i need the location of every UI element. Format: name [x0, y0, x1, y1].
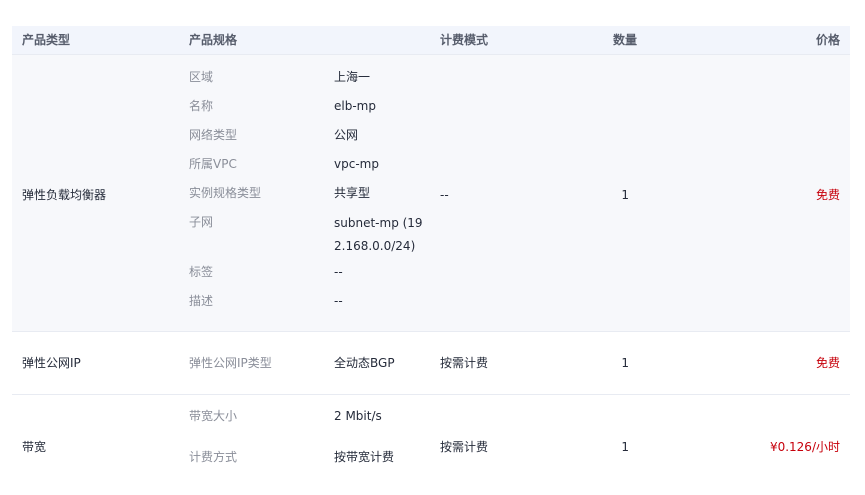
row-billing-mode: 按需计费 — [440, 356, 489, 370]
row-quantity: 1 — [621, 188, 629, 202]
row-quantity: 1 — [621, 440, 629, 454]
table-header: 产品类型 产品规格 计费模式 数量 价格 — [12, 26, 850, 55]
spec-label: 所属VPC — [189, 157, 237, 171]
header-quantity: 数量 — [612, 33, 637, 47]
header-price: 价格 — [815, 33, 840, 47]
row-price: ¥0.126/小时 — [769, 440, 840, 454]
row-price: 免费 — [815, 356, 840, 370]
row-billing-mode: -- — [440, 188, 449, 202]
spec-value: 按带宽计费 — [334, 450, 395, 464]
spec-value: 全动态BGP — [334, 356, 395, 370]
spec-value: subnet-mp (192.168.0.0/24) — [334, 216, 423, 253]
spec-value: 共享型 — [334, 186, 371, 200]
header-product-type: 产品类型 — [22, 33, 71, 47]
spec-value: 上海一 — [334, 70, 371, 84]
table-row-elb: 弹性负载均衡器 区域 上海一 名称 elb-mp 网络类型 公网 所属VPC v… — [12, 55, 850, 332]
order-table: 产品类型 产品规格 计费模式 数量 价格 弹性负载均衡器 区域 上海一 名称 e… — [12, 26, 850, 495]
row-product-type: 带宽 — [22, 440, 47, 454]
spec-label: 子网 — [189, 215, 214, 229]
spec-value: 公网 — [334, 128, 359, 142]
spec-value: -- — [334, 294, 343, 308]
spec-value: 2 Mbit/s — [334, 409, 382, 423]
spec-label: 实例规格类型 — [189, 186, 262, 200]
row-product-type: 弹性公网IP — [22, 356, 81, 370]
spec-label: 标签 — [189, 265, 214, 279]
header-billing-mode: 计费模式 — [440, 33, 489, 47]
spec-label: 描述 — [189, 294, 214, 308]
spec-value: elb-mp — [334, 99, 376, 113]
row-product-type: 弹性负载均衡器 — [22, 188, 107, 202]
table-row-bandwidth: 带宽 带宽大小 2 Mbit/s 计费方式 按带宽计费 按需计费 1 ¥0.12… — [12, 395, 850, 495]
spec-value: -- — [334, 265, 343, 279]
spec-label: 弹性公网IP类型 — [189, 356, 272, 370]
spec-label: 计费方式 — [189, 450, 238, 464]
spec-label: 带宽大小 — [189, 409, 238, 423]
spec-label: 网络类型 — [189, 128, 238, 142]
row-billing-mode: 按需计费 — [440, 440, 489, 454]
row-quantity: 1 — [621, 356, 629, 370]
spec-value: vpc-mp — [334, 157, 379, 171]
header-product-spec: 产品规格 — [189, 33, 238, 47]
spec-label: 名称 — [189, 99, 214, 113]
table-row-eip: 弹性公网IP 弹性公网IP类型 全动态BGP 按需计费 1 免费 — [12, 332, 850, 395]
spec-label: 区域 — [189, 70, 214, 84]
row-price: 免费 — [815, 188, 840, 202]
